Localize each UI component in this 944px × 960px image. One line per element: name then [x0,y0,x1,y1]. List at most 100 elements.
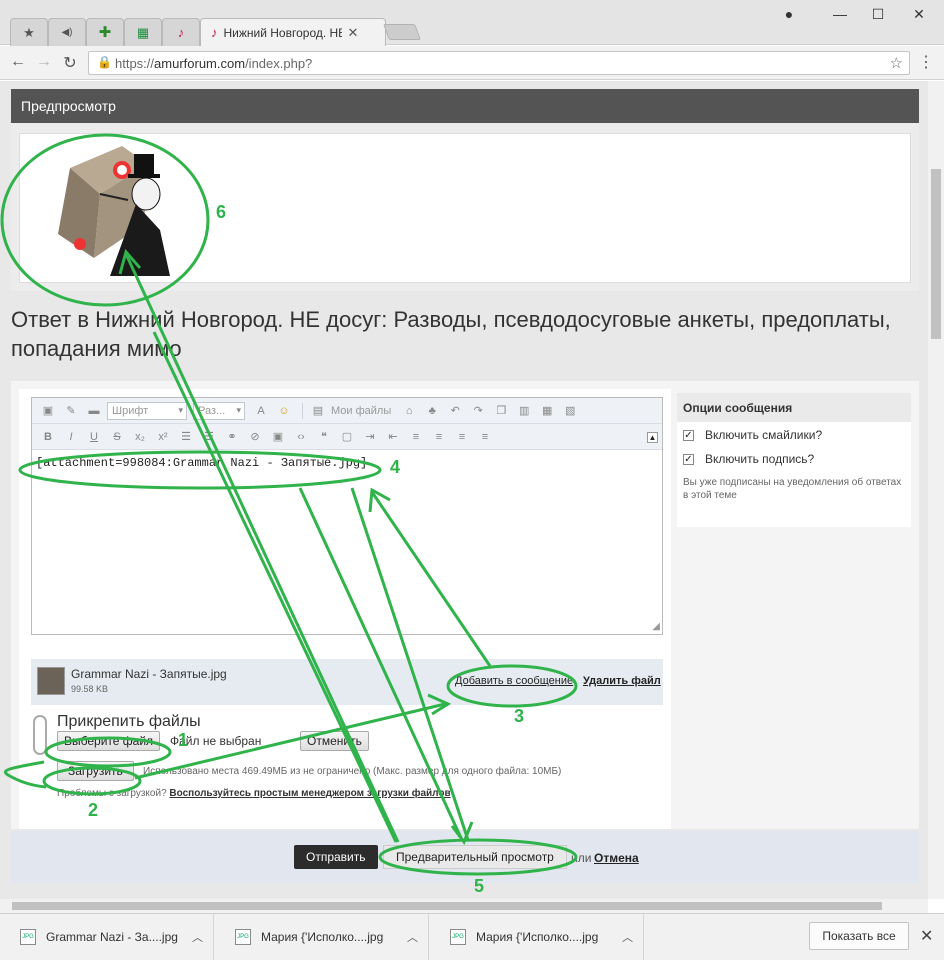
download-name: Grammar Nazi - За....jpg [46,930,178,944]
code-icon[interactable]: ‹› [291,428,311,446]
strike-icon[interactable]: S [107,428,127,446]
vertical-scrollbar[interactable] [928,81,944,899]
tab-pinned-1[interactable]: ★ [10,18,48,46]
option-smilies[interactable]: ✓ Включить смайлики? [677,422,911,446]
address-bar[interactable]: 🔒 https://amurforum.com/index.php? ☆ [88,51,910,75]
copy-icon[interactable]: ❐ [491,402,511,420]
tab-pinned-2[interactable]: ◀) [48,18,86,46]
send-button[interactable]: Отправить [294,845,378,869]
window-close-button[interactable]: ✕ [909,6,929,23]
attachment-size: 99.58 KB [71,684,109,694]
ordered-list-icon[interactable]: ☰ [176,428,196,446]
profile-icon[interactable]: ● [779,6,799,22]
quote-icon[interactable]: ❝ [314,428,334,446]
superscript-icon[interactable]: x² [153,428,173,446]
paste-icon[interactable]: ▥ [514,402,534,420]
horizontal-scroll-thumb[interactable] [12,902,882,910]
subscript-icon[interactable]: x₂ [130,428,150,446]
new-tab-button[interactable] [383,24,421,40]
chevron-up-icon[interactable]: ︿ [407,929,418,945]
editor-toolbar-row-1: ▣ ✎ ▬ Шрифт Раз... A ☺ ▤ Мои файлы ⌂ ♣ ↶… [32,398,662,424]
close-shelf-icon[interactable]: ✕ [920,926,933,946]
forum-icon: ♪ [211,25,218,40]
menu-icon[interactable]: ⋮ [918,52,934,72]
resize-grip-icon[interactable]: ◢ [652,621,660,632]
upload-button[interactable]: Загрузить [57,761,134,781]
preview-image [58,146,170,276]
chevron-up-icon[interactable]: ︿ [192,929,203,945]
cancel-link[interactable]: Отмена [594,851,639,865]
align-justify-icon[interactable]: ≡ [475,428,495,446]
show-all-downloads-button[interactable]: Показать все [809,922,909,950]
attachment-name: Grammar Nazi - Запятые.jpg [71,667,227,681]
unlink-icon[interactable]: ⊘ [245,428,265,446]
download-item[interactable]: JPG Мария {'Исполко....jpg ︿ [430,914,644,960]
download-item[interactable]: JPG Мария {'Исполко....jpg ︿ [215,914,429,960]
users-icon[interactable]: ♣ [422,402,442,420]
italic-icon[interactable]: I [61,428,81,446]
source-icon[interactable]: ▣ [38,402,58,420]
cancel-upload-button[interactable]: Отменить [300,731,369,751]
paste-text-icon[interactable]: ▦ [537,402,557,420]
horizontal-scrollbar[interactable] [0,899,928,913]
basic-uploader-link[interactable]: Воспользуйтесь простым менеджером загруз… [169,788,450,799]
problems-text: Проблемы с загрузкой? [57,788,167,799]
option-signature[interactable]: ✓ Включить подпись? [677,446,911,470]
indent-icon[interactable]: ⇥ [360,428,380,446]
checkbox-smilies[interactable]: ✓ [683,430,694,441]
star-icon: ★ [23,25,35,40]
speaker-icon: ◀) [61,26,73,38]
vertical-scroll-thumb[interactable] [931,169,941,339]
align-center-icon[interactable]: ≡ [429,428,449,446]
smiley-icon[interactable]: ☺ [274,402,294,420]
reload-icon[interactable]: ↻ [60,53,80,73]
tab-strip: ★ ◀) ✚ ▦ ♪ ♪ Нижний Новгород. НЕ д ✕ ● —… [0,0,944,46]
outdent-icon[interactable]: ⇤ [383,428,403,446]
preview-button[interactable]: Предварительный просмотр [383,845,567,869]
link-icon[interactable]: ⚭ [222,428,242,446]
jpg-file-icon: JPG [450,929,466,945]
eraser-icon[interactable]: ✎ [61,402,81,420]
align-right-icon[interactable]: ≡ [452,428,472,446]
undo-icon[interactable]: ↶ [445,402,465,420]
close-icon[interactable]: ✕ [348,25,359,41]
tab-pinned-3[interactable]: ✚ [86,18,124,46]
text-color-icon[interactable]: A [251,402,271,420]
font-select[interactable]: Шрифт [107,401,187,420]
size-select[interactable]: Раз... [193,401,245,420]
checkbox-signature[interactable]: ✓ [683,454,694,465]
preview-header: Предпросмотр [11,89,919,123]
minimize-button[interactable]: — [830,6,850,22]
tab-active[interactable]: ♪ Нижний Новгород. НЕ д ✕ [200,18,386,46]
back-icon[interactable]: ← [8,53,28,71]
add-to-post-link[interactable]: Добавить в сообщение [455,675,573,687]
delete-file-link[interactable]: Удалить файл [583,675,661,687]
my-files-button[interactable]: Мои файлы [331,405,391,417]
paste-word-icon[interactable]: ▧ [560,402,580,420]
tab-pinned-4[interactable]: ▦ [124,18,162,46]
chevron-up-icon[interactable]: ︿ [622,929,633,945]
plus-icon: ✚ [98,24,112,41]
unordered-list-icon[interactable]: ☰ [199,428,219,446]
redo-icon[interactable]: ↷ [468,402,488,420]
bookmark-star-icon[interactable]: ☆ [890,54,903,72]
align-left-icon[interactable]: ≡ [406,428,426,446]
message-textarea[interactable]: [attachment=998084:Grammar Nazi - Запяты… [32,450,662,634]
forward-icon[interactable]: → [34,53,54,71]
hr-icon[interactable]: ▬ [84,402,104,420]
collapse-toolbar-button[interactable]: ▲ [647,432,658,443]
option-smilies-label: Включить смайлики? [705,428,823,442]
files-icon[interactable]: ▤ [308,402,328,420]
tab-pinned-5[interactable]: ♪ [162,18,200,46]
bold-icon[interactable]: B [38,428,58,446]
download-item[interactable]: JPG Grammar Nazi - За....jpg ︿ [0,914,214,960]
underline-icon[interactable]: U [84,428,104,446]
spoiler-icon[interactable]: ▢ [337,428,357,446]
subscription-note: Вы уже подписаны на уведомления об ответ… [683,477,902,501]
choose-file-button[interactable]: Выберите файл [57,731,161,751]
maximize-button[interactable]: ☐ [868,6,888,23]
preview-content [19,133,911,283]
option-signature-label: Включить подпись? [705,452,815,466]
image-icon[interactable]: ▣ [268,428,288,446]
building-icon[interactable]: ⌂ [399,402,419,420]
